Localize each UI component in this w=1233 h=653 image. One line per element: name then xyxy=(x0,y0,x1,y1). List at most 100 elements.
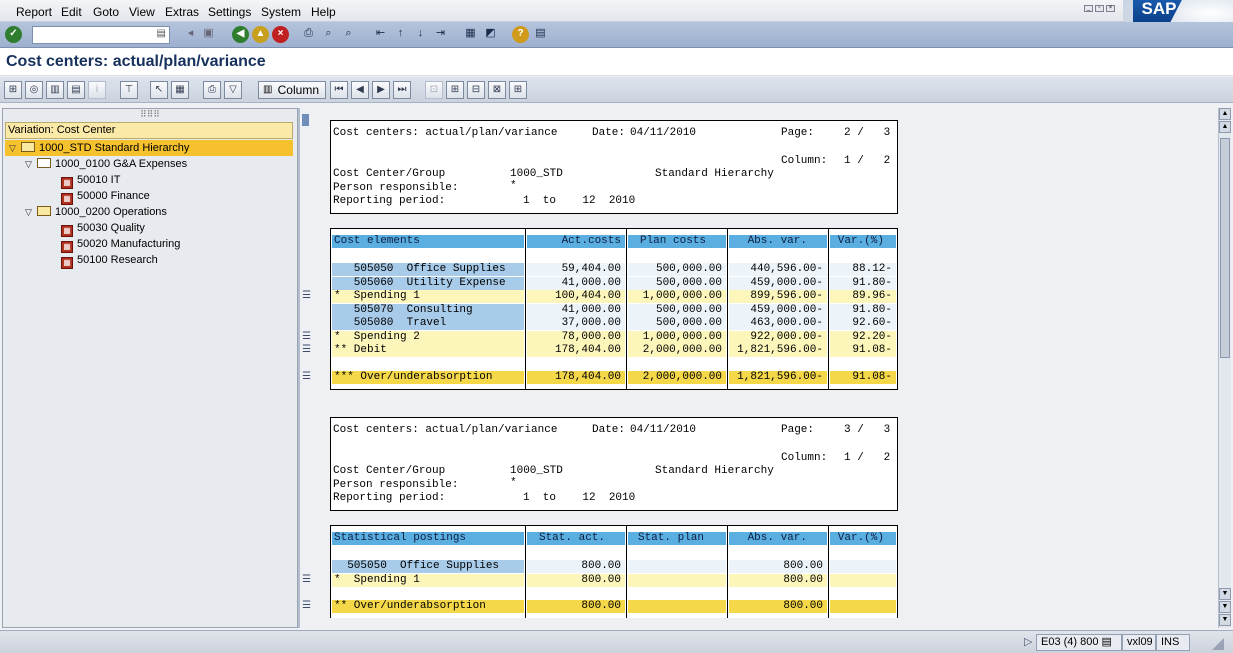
page-up-icon[interactable]: ▲ xyxy=(1219,121,1231,133)
scroll-up-icon[interactable]: ▲ xyxy=(1219,108,1231,120)
system-info[interactable]: E03 (4) 800 ▤ xyxy=(1036,634,1122,651)
tree-item-1000-0100[interactable]: ▽ 1000_0100 G&A Expenses xyxy=(25,156,187,172)
first-column-icon[interactable]: ⏮ xyxy=(330,81,348,99)
scroll-end-icon[interactable]: ▼ xyxy=(1219,614,1231,626)
row-value-var: 92.60- xyxy=(830,317,896,330)
splitter-grip[interactable]: ⠿⠿⠿ xyxy=(3,109,297,121)
drilldown-icon[interactable]: ↖ xyxy=(150,81,168,99)
column-header[interactable]: Stat. act. xyxy=(527,532,625,545)
print-preview-icon[interactable]: ⎙ xyxy=(203,81,221,99)
back-arrow-icon[interactable]: ◂ xyxy=(182,26,199,43)
tree-item-50010[interactable]: ▦ 50010 IT xyxy=(61,172,120,189)
list-icon[interactable]: ▤ xyxy=(67,81,85,99)
tree-collapse-icon[interactable]: ⊟ xyxy=(467,81,485,99)
tree-item-50000[interactable]: ▦ 50000 Finance xyxy=(61,188,150,205)
report1-cc-group-name: Standard Hierarchy xyxy=(655,168,774,180)
scroll-thumb[interactable] xyxy=(1220,138,1230,358)
row-drilldown-icon[interactable]: ☰ xyxy=(302,331,314,343)
column-header[interactable]: Plan costs xyxy=(628,235,726,248)
next-column-icon[interactable]: ▶ xyxy=(372,81,390,99)
report1-page: 2 / 3 xyxy=(844,127,891,139)
status-expand-icon[interactable]: ▷ xyxy=(1024,635,1032,648)
layout-icon[interactable]: ▦ xyxy=(171,81,189,99)
row-drilldown-icon[interactable]: ☰ xyxy=(302,371,314,383)
tree-item-1000-std[interactable]: ▽ 1000_STD Standard Hierarchy xyxy=(5,140,293,156)
column-header[interactable]: Abs. var. xyxy=(729,235,827,248)
row-label: ** Over/underabsorption xyxy=(332,600,524,613)
column-header[interactable]: Var.(%) xyxy=(830,532,896,545)
help-icon[interactable]: ? xyxy=(512,26,529,43)
collapse-icon[interactable]: ▽ xyxy=(9,140,21,156)
column-button[interactable]: ▥ Column xyxy=(258,81,326,99)
shortcut-icon[interactable]: ◩ xyxy=(482,26,499,43)
menu-help[interactable]: Help xyxy=(311,5,336,19)
tree-level-icon[interactable]: ⊠ xyxy=(488,81,506,99)
command-field[interactable]: ▤ xyxy=(32,26,170,44)
menu-edit[interactable]: Edit xyxy=(61,5,82,19)
tree-item-50020[interactable]: ▦ 50020 Manufacturing xyxy=(61,236,180,253)
row-value-act: 178,404.00 xyxy=(527,370,625,384)
tree-settings-icon[interactable]: ⊞ xyxy=(509,81,527,99)
tree-item-50100[interactable]: ▦ 50100 Research xyxy=(61,252,158,269)
variation-icon[interactable]: ▥ xyxy=(46,81,64,99)
close-window-icon[interactable]: × xyxy=(1106,5,1115,12)
hierarchy-icon[interactable]: ⊞ xyxy=(4,81,22,99)
column-header[interactable]: Act.costs xyxy=(527,235,625,248)
last-page-icon[interactable]: ⇥ xyxy=(432,26,449,43)
menu-goto[interactable]: Goto xyxy=(93,5,119,19)
tree-item-50030[interactable]: ▦ 50030 Quality xyxy=(61,220,145,237)
row-value-abs: 459,000.00- xyxy=(729,303,827,317)
find-icon[interactable]: ⌕ xyxy=(320,26,337,43)
find-next-icon[interactable]: ⌕ xyxy=(340,26,357,43)
report2-page-label: Page: xyxy=(781,424,815,436)
column-header[interactable]: Abs. var. xyxy=(729,532,827,545)
row-label: 505060 Utility Expense xyxy=(332,276,524,290)
scroll-down-icon[interactable]: ▼ xyxy=(1219,601,1231,613)
previous-column-icon[interactable]: ◀ xyxy=(351,81,369,99)
minimize-icon[interactable]: _ xyxy=(1084,5,1093,12)
column-header[interactable]: Stat. plan xyxy=(628,532,726,545)
next-page-icon[interactable]: ↓ xyxy=(412,26,429,43)
first-page-icon[interactable]: ⇤ xyxy=(372,26,389,43)
row-value-plan: 500,000.00 xyxy=(628,276,726,290)
expand-icon[interactable]: ⊡ xyxy=(425,81,443,99)
cost-center-icon: ▦ xyxy=(61,257,73,269)
resize-grip-icon[interactable] xyxy=(1212,638,1224,650)
row-drilldown-icon[interactable]: ☰ xyxy=(302,574,314,586)
tree-expand-icon[interactable]: ⊞ xyxy=(446,81,464,99)
print-icon[interactable]: ⎙ xyxy=(300,26,317,43)
vertical-scrollbar[interactable]: ▲ ▲ ▼ ▼ ▼ xyxy=(1218,108,1231,628)
funnel-icon[interactable]: ▽ xyxy=(224,81,242,99)
menu-system[interactable]: System xyxy=(261,5,301,19)
command-history-icon[interactable]: ▤ xyxy=(157,28,166,39)
row-value-plan: 500,000.00 xyxy=(628,303,726,317)
row-drilldown-icon[interactable]: ☰ xyxy=(302,290,314,302)
last-column-icon[interactable]: ⏭ xyxy=(393,81,411,99)
exit-icon[interactable]: ▲ xyxy=(252,26,269,43)
enter-icon[interactable]: ✓ xyxy=(5,26,22,43)
column-header[interactable]: Statistical postings xyxy=(332,532,524,545)
menu-extras[interactable]: Extras xyxy=(165,5,199,19)
restore-icon[interactable]: ▫ xyxy=(1095,5,1104,12)
cancel-icon[interactable]: × xyxy=(272,26,289,43)
row-drilldown-icon[interactable]: ☰ xyxy=(302,600,314,612)
collapse-icon[interactable]: ▽ xyxy=(25,204,37,220)
filter-icon[interactable]: ⊤ xyxy=(120,81,138,99)
layout-menu-icon[interactable]: ▤ xyxy=(532,26,549,43)
menu-report[interactable]: Report xyxy=(16,5,52,19)
info-icon[interactable]: i xyxy=(88,81,106,99)
column-header[interactable]: Cost elements xyxy=(332,235,524,248)
save-icon[interactable]: ▣ xyxy=(200,26,217,43)
back-icon[interactable]: ◀ xyxy=(232,26,249,43)
tree-item-1000-0200[interactable]: ▽ 1000_0200 Operations xyxy=(25,204,167,220)
report-icon[interactable]: ◎ xyxy=(25,81,43,99)
page-down-icon[interactable]: ▼ xyxy=(1219,588,1231,600)
menu-settings[interactable]: Settings xyxy=(208,5,251,19)
menu-view[interactable]: View xyxy=(129,5,155,19)
row-drilldown-icon[interactable]: ☰ xyxy=(302,344,314,356)
previous-page-icon[interactable]: ↑ xyxy=(392,26,409,43)
new-session-icon[interactable]: ▦ xyxy=(462,26,479,43)
report1-header: Cost centers: actual/plan/variance Date:… xyxy=(330,120,898,214)
column-header[interactable]: Var.(%) xyxy=(830,235,896,248)
collapse-icon[interactable]: ▽ xyxy=(25,156,37,172)
